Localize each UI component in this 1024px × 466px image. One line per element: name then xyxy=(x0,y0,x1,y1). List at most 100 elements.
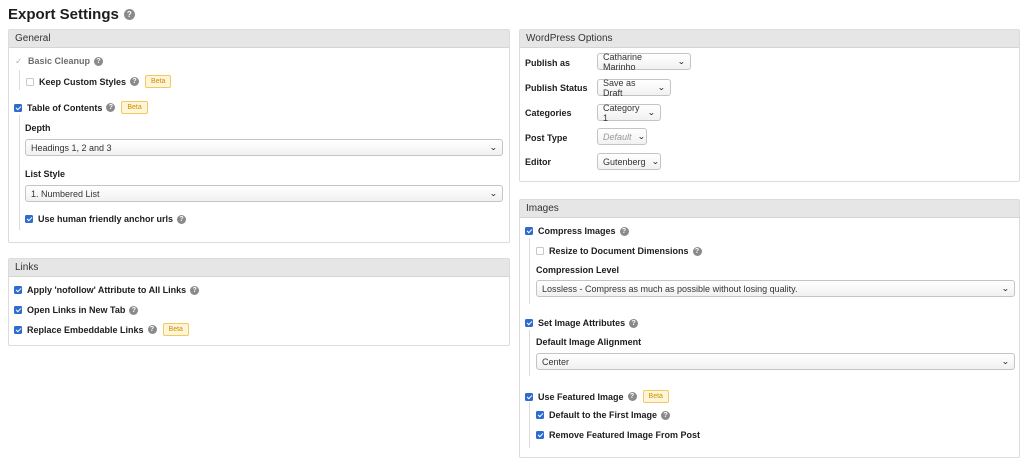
depth-label: Depth xyxy=(25,123,51,133)
categories-value: Category 1 xyxy=(603,102,640,123)
list-style-select[interactable]: 1. Numbered List ⌄ xyxy=(25,185,503,202)
resize-label: Resize to Document Dimensions xyxy=(549,246,689,256)
use-featured-label: Use Featured Image xyxy=(538,391,624,402)
keep-custom-styles-row: Keep Custom Styles ? Beta xyxy=(26,75,172,88)
nofollow-checkbox[interactable] xyxy=(14,286,22,294)
categories-label: Categories xyxy=(525,108,572,118)
chevron-down-icon: ⌄ xyxy=(650,157,659,166)
featured-indent-line xyxy=(529,402,530,448)
resize-checkbox[interactable] xyxy=(536,247,544,255)
nofollow-row: Apply 'nofollow' Attribute to All Links … xyxy=(14,285,200,295)
publish-status-select[interactable]: Save as Draft ⌄ xyxy=(597,77,671,98)
links-panel: Links Apply 'nofollow' Attribute to All … xyxy=(8,258,510,346)
publish-status-value: Save as Draft xyxy=(603,77,636,98)
depth-select[interactable]: Headings 1, 2 and 3 ⌄ xyxy=(25,139,503,156)
help-icon[interactable]: ? xyxy=(94,56,104,66)
links-panel-header: Links xyxy=(9,259,509,277)
compress-indent-line xyxy=(529,238,530,304)
keep-custom-styles-checkbox[interactable] xyxy=(26,77,34,86)
remove-featured-checkbox[interactable] xyxy=(536,431,544,439)
compression-level-value: Lossless - Compress as much as possible … xyxy=(542,283,798,294)
use-featured-checkbox[interactable] xyxy=(525,392,533,401)
help-icon[interactable]: ? xyxy=(627,392,637,401)
nofollow-label: Apply 'nofollow' Attribute to All Links xyxy=(27,285,187,295)
compression-level-select[interactable]: Lossless - Compress as much as possible … xyxy=(536,280,1015,297)
general-panel-header: General xyxy=(9,30,509,48)
alignment-select[interactable]: Center ⌄ xyxy=(536,353,1015,370)
set-attributes-label: Set Image Attributes xyxy=(538,318,626,328)
table-of-contents-row: Table of Contents ? Beta xyxy=(14,101,148,114)
post-type-value: Default xyxy=(603,131,632,142)
categories-select[interactable]: Category 1 ⌄ xyxy=(597,102,661,123)
post-type-select[interactable]: Default ⌄ xyxy=(597,128,647,145)
beta-badge: Beta xyxy=(145,75,172,88)
new-tab-checkbox[interactable] xyxy=(14,306,22,314)
depth-select-value: Headings 1, 2 and 3 xyxy=(31,142,112,153)
set-attributes-checkbox[interactable] xyxy=(525,319,533,327)
publish-status-label: Publish Status xyxy=(525,83,588,93)
new-tab-label: Open Links in New Tab xyxy=(27,305,126,315)
editor-label: Editor xyxy=(525,157,551,167)
basic-cleanup-checkbox[interactable]: ✓ xyxy=(15,57,23,66)
help-icon[interactable]: ? xyxy=(123,9,135,20)
compression-level-label: Compression Level xyxy=(536,265,620,275)
embeddable-checkbox[interactable] xyxy=(14,325,22,334)
resize-row: Resize to Document Dimensions ? xyxy=(536,246,702,256)
help-icon[interactable]: ? xyxy=(147,325,157,334)
editor-select[interactable]: Gutenberg ⌄ xyxy=(597,153,661,170)
attributes-indent-line xyxy=(529,330,530,376)
compress-checkbox[interactable] xyxy=(525,227,533,235)
help-icon[interactable]: ? xyxy=(190,285,200,295)
wordpress-options-panel-header: WordPress Options xyxy=(520,30,1019,48)
list-style-select-value: 1. Numbered List xyxy=(31,188,100,199)
help-icon[interactable]: ? xyxy=(130,77,140,86)
compress-label: Compress Images xyxy=(538,226,616,236)
chevron-down-icon: ⌄ xyxy=(1001,284,1010,293)
general-panel: General ✓ Basic Cleanup ? Keep Custom St… xyxy=(8,29,510,243)
help-icon[interactable]: ? xyxy=(619,226,629,236)
help-icon[interactable]: ? xyxy=(661,410,671,420)
embeddable-row: Replace Embeddable Links ? Beta xyxy=(14,323,189,336)
embeddable-label: Replace Embeddable Links xyxy=(27,324,144,335)
help-icon[interactable]: ? xyxy=(692,246,702,256)
remove-featured-row: Remove Featured Image From Post xyxy=(536,430,700,440)
basic-cleanup-label: Basic Cleanup xyxy=(28,56,91,66)
table-of-contents-label: Table of Contents xyxy=(27,102,103,113)
human-anchor-label: Use human friendly anchor urls xyxy=(38,214,174,224)
wordpress-options-panel: WordPress Options Publish as Catharine M… xyxy=(519,29,1020,182)
basic-cleanup-indent-line xyxy=(19,70,20,90)
editor-value: Gutenberg xyxy=(603,156,646,167)
human-anchor-row: Use human friendly anchor urls ? xyxy=(25,214,187,224)
remove-featured-label: Remove Featured Image From Post xyxy=(549,430,701,440)
help-icon[interactable]: ? xyxy=(177,214,187,224)
human-anchor-checkbox[interactable] xyxy=(25,215,33,223)
set-attributes-row: Set Image Attributes ? xyxy=(525,318,639,328)
images-panel: Images Compress Images ? Resize to Docum… xyxy=(519,199,1020,458)
basic-cleanup-row: ✓ Basic Cleanup ? xyxy=(15,56,104,66)
default-first-checkbox[interactable] xyxy=(536,411,544,419)
default-first-label: Default to the First Image xyxy=(549,410,658,420)
post-type-label: Post Type xyxy=(525,133,568,143)
help-icon[interactable]: ? xyxy=(629,318,639,328)
beta-badge: Beta xyxy=(642,390,669,403)
page-title-text: Export Settings xyxy=(8,6,119,23)
chevron-down-icon: ⌄ xyxy=(636,132,645,141)
images-panel-header: Images xyxy=(520,200,1019,218)
chevron-down-icon: ⌄ xyxy=(1001,357,1010,366)
chevron-down-icon: ⌄ xyxy=(489,189,498,198)
beta-badge: Beta xyxy=(121,101,148,114)
publish-as-select[interactable]: Catharine Marinho ⌄ xyxy=(597,51,691,72)
publish-as-value: Catharine Marinho xyxy=(603,51,643,72)
page-title: Export Settings ? xyxy=(8,6,135,23)
alignment-value: Center xyxy=(542,356,570,367)
help-icon[interactable]: ? xyxy=(106,103,116,112)
table-of-contents-checkbox[interactable] xyxy=(14,103,22,112)
default-first-row: Default to the First Image ? xyxy=(536,410,671,420)
help-icon[interactable]: ? xyxy=(129,305,139,315)
publish-as-label: Publish as xyxy=(525,58,571,68)
beta-badge: Beta xyxy=(162,323,189,336)
list-style-label: List Style xyxy=(25,169,66,179)
toc-indent-line xyxy=(19,115,20,230)
chevron-down-icon: ⌄ xyxy=(677,57,686,66)
compress-row: Compress Images ? xyxy=(525,226,629,236)
